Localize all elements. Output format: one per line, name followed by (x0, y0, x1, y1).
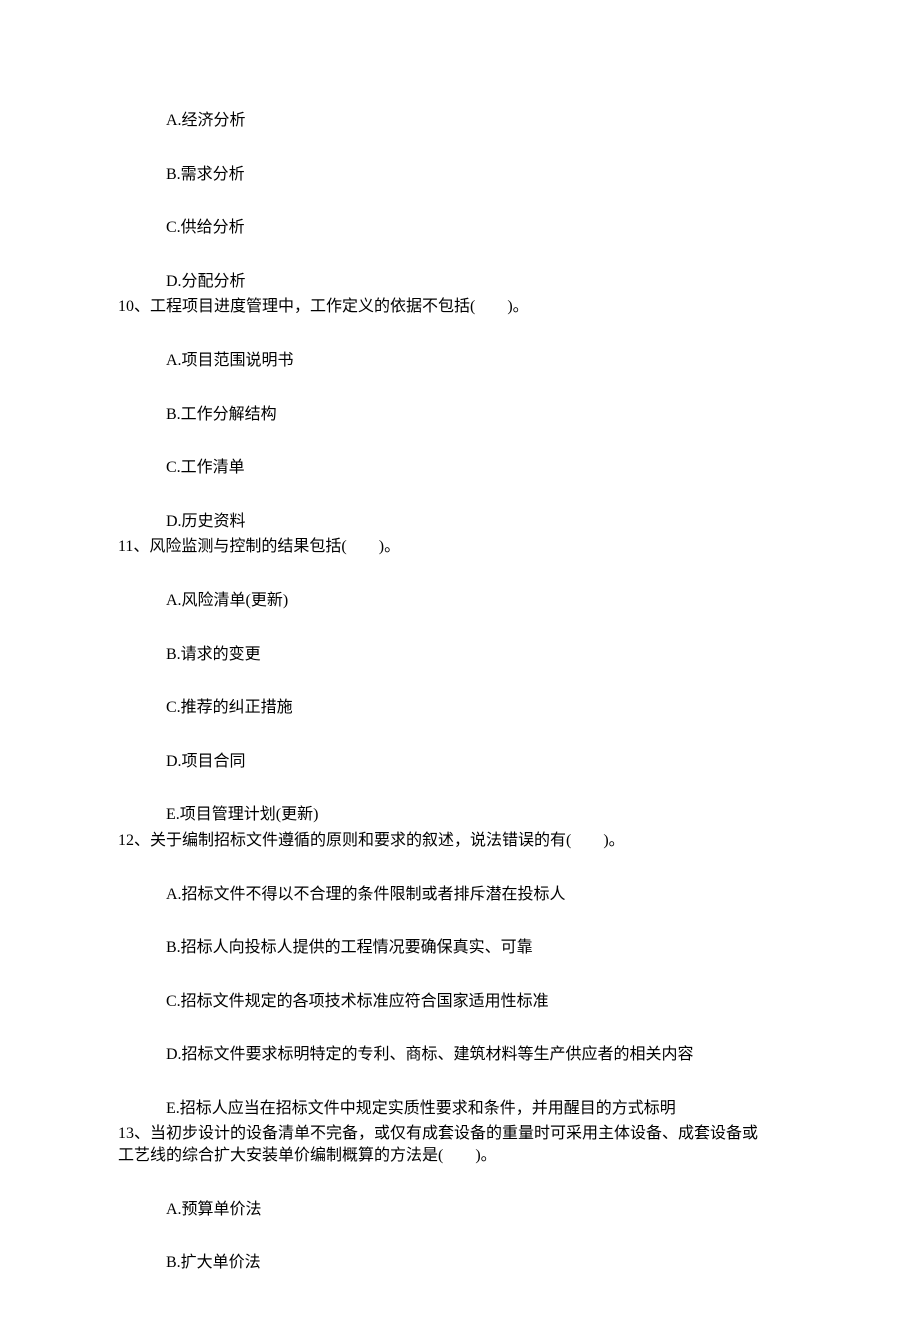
option-text: E.招标人应当在招标文件中规定实质性要求和条件，并用醒目的方式标明 (166, 1100, 676, 1117)
option-text: A.经济分析 (166, 112, 246, 129)
q12-option-d: D.招标文件要求标明特定的专利、商标、建筑材料等生产供应者的相关内容 (166, 1044, 802, 1066)
stem-text: 10、工程项目进度管理中，工作定义的依据不包括( )。 (118, 298, 529, 315)
option-text: B.扩大单价法 (166, 1254, 261, 1271)
option-text: A.招标文件不得以不合理的条件限制或者排斥潜在投标人 (166, 886, 566, 903)
q9-option-c: C.供给分析 (166, 217, 802, 239)
option-text: E.项目管理计划(更新) (166, 806, 318, 823)
q11-option-a: A.风险清单(更新) (166, 590, 802, 612)
q13-option-a: A.预算单价法 (166, 1199, 802, 1221)
option-text: B.需求分析 (166, 166, 245, 183)
q10-option-a: A.项目范围说明书 (166, 350, 802, 372)
q11-option-b: B.请求的变更 (166, 644, 802, 666)
q10-stem: 10、工程项目进度管理中，工作定义的依据不包括( )。 (118, 296, 802, 318)
option-text: B.招标人向投标人提供的工程情况要确保真实、可靠 (166, 939, 533, 956)
q13-option-b: B.扩大单价法 (166, 1252, 802, 1274)
q11-option-c: C.推荐的纠正措施 (166, 697, 802, 719)
stem-text: 11、风险监测与控制的结果包括( )。 (118, 538, 400, 555)
stem-text-line2: 工艺线的综合扩大安装单价编制概算的方法是( )。 (118, 1145, 802, 1167)
q12-option-b: B.招标人向投标人提供的工程情况要确保真实、可靠 (166, 937, 802, 959)
option-text: D.历史资料 (166, 513, 246, 530)
option-text: B.工作分解结构 (166, 406, 277, 423)
q9-option-d: D.分配分析 (166, 271, 802, 293)
stem-text-line1: 13、当初步设计的设备清单不完备，或仅有成套设备的重量时可采用主体设备、成套设备… (118, 1123, 802, 1145)
option-text: B.请求的变更 (166, 646, 261, 663)
q10-option-c: C.工作清单 (166, 457, 802, 479)
q10-option-b: B.工作分解结构 (166, 404, 802, 426)
q9-option-a: A.经济分析 (166, 110, 802, 132)
option-text: C.工作清单 (166, 459, 245, 476)
q12-option-a: A.招标文件不得以不合理的条件限制或者排斥潜在投标人 (166, 884, 802, 906)
document-page: A.经济分析 B.需求分析 C.供给分析 D.分配分析 10、工程项目进度管理中… (0, 0, 920, 1334)
option-text: D.分配分析 (166, 273, 246, 290)
q13-stem: 13、当初步设计的设备清单不完备，或仅有成套设备的重量时可采用主体设备、成套设备… (118, 1123, 802, 1166)
q11-option-d: D.项目合同 (166, 751, 802, 773)
q11-option-e: E.项目管理计划(更新) (166, 804, 802, 826)
q12-option-c: C.招标文件规定的各项技术标准应符合国家适用性标准 (166, 991, 802, 1013)
option-text: C.招标文件规定的各项技术标准应符合国家适用性标准 (166, 993, 549, 1010)
option-text: C.供给分析 (166, 219, 245, 236)
option-text: D.项目合同 (166, 753, 246, 770)
q9-option-b: B.需求分析 (166, 164, 802, 186)
q12-option-e: E.招标人应当在招标文件中规定实质性要求和条件，并用醒目的方式标明 (166, 1098, 802, 1120)
q11-stem: 11、风险监测与控制的结果包括( )。 (118, 536, 802, 558)
option-text: C.推荐的纠正措施 (166, 699, 293, 716)
stem-text: 12、关于编制招标文件遵循的原则和要求的叙述，说法错误的有( )。 (118, 832, 625, 849)
option-text: A.项目范围说明书 (166, 352, 294, 369)
option-text: A.风险清单(更新) (166, 592, 288, 609)
q12-stem: 12、关于编制招标文件遵循的原则和要求的叙述，说法错误的有( )。 (118, 830, 802, 852)
q10-option-d: D.历史资料 (166, 511, 802, 533)
option-text: A.预算单价法 (166, 1201, 262, 1218)
option-text: D.招标文件要求标明特定的专利、商标、建筑材料等生产供应者的相关内容 (166, 1046, 694, 1063)
